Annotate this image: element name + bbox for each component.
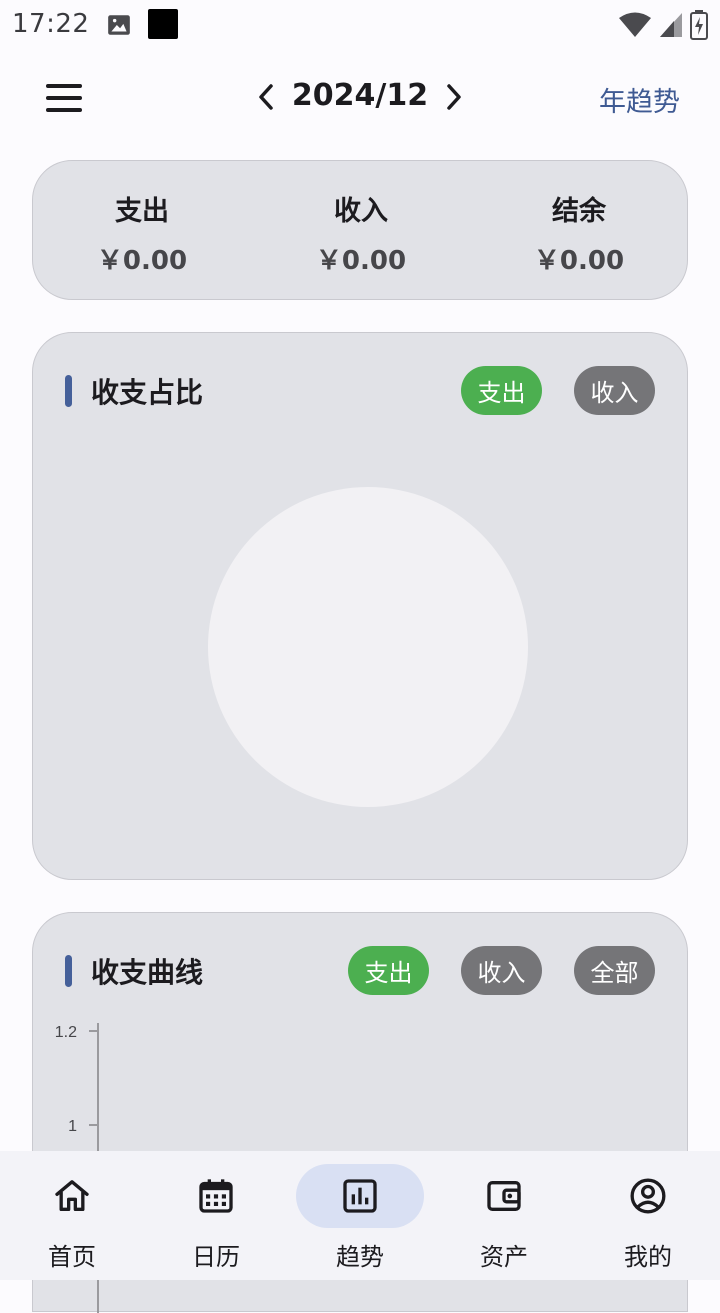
current-month[interactable]: 2024/12 <box>290 78 430 113</box>
summary-label: 支出 <box>115 196 169 227</box>
summary-value: ￥0.00 <box>533 246 625 276</box>
signal-icon <box>660 13 682 37</box>
nav-label: 资产 <box>480 1243 528 1271</box>
summary-expense: 支出 ￥0.00 <box>33 189 251 277</box>
battery-icon <box>690 10 708 40</box>
summary-label: 收入 <box>334 196 388 227</box>
home-icon <box>55 1180 89 1211</box>
wallet-icon <box>487 1181 521 1211</box>
chevron-right-icon[interactable] <box>436 80 470 114</box>
nav-label: 我的 <box>624 1243 672 1271</box>
year-trend-button[interactable]: 年趋势 <box>599 80 680 119</box>
nav-label: 趋势 <box>336 1243 384 1271</box>
top-app-bar: 2024/12 年趋势 <box>0 60 720 134</box>
calendar-icon <box>199 1179 233 1213</box>
nav-item-profile[interactable]: 我的 <box>576 1151 720 1280</box>
nav-item-assets[interactable]: 资产 <box>432 1151 576 1280</box>
chip-income[interactable]: 收入 <box>574 366 655 415</box>
pie-chart-empty <box>208 487 528 807</box>
nav-label: 日历 <box>192 1243 240 1271</box>
summary-income: 收入 ￥0.00 <box>252 189 470 277</box>
summary-card: 支出 ￥0.00 收入 ￥0.00 结余 ￥0.00 <box>32 160 688 300</box>
nav-item-calendar[interactable]: 日历 <box>144 1151 288 1280</box>
image-icon <box>108 15 130 35</box>
account-circle-icon <box>630 1178 666 1214</box>
status-bar: 17:22 <box>0 0 720 50</box>
status-icons <box>618 10 708 40</box>
nav-item-home[interactable]: 首页 <box>0 1151 144 1280</box>
status-time: 17:22 <box>12 9 90 39</box>
y-tick-label: 1.2 <box>55 1024 77 1041</box>
summary-label: 结余 <box>552 196 606 227</box>
summary-value: ￥0.00 <box>315 246 407 276</box>
bar-chart-icon <box>343 1179 377 1213</box>
menu-icon[interactable] <box>40 78 88 118</box>
notification-icon <box>148 9 178 39</box>
bottom-navigation: 首页 日历 趋势 资产 我的 <box>0 1151 720 1280</box>
y-tick-label: 1 <box>68 1118 77 1135</box>
summary-balance: 结余 ￥0.00 <box>470 189 688 277</box>
chevron-left-icon[interactable] <box>250 80 284 114</box>
wifi-icon <box>619 12 651 37</box>
title-accent-bar <box>65 375 72 407</box>
card-title: 收支占比 <box>91 376 204 409</box>
pie-chart-card: 收支占比 支出 收入 <box>32 332 688 880</box>
chip-expense[interactable]: 支出 <box>461 366 542 415</box>
summary-value: ￥0.00 <box>96 246 188 276</box>
month-navigator: 2024/12 <box>250 74 470 120</box>
nav-label: 首页 <box>48 1243 96 1271</box>
nav-item-trend[interactable]: 趋势 <box>288 1151 432 1280</box>
